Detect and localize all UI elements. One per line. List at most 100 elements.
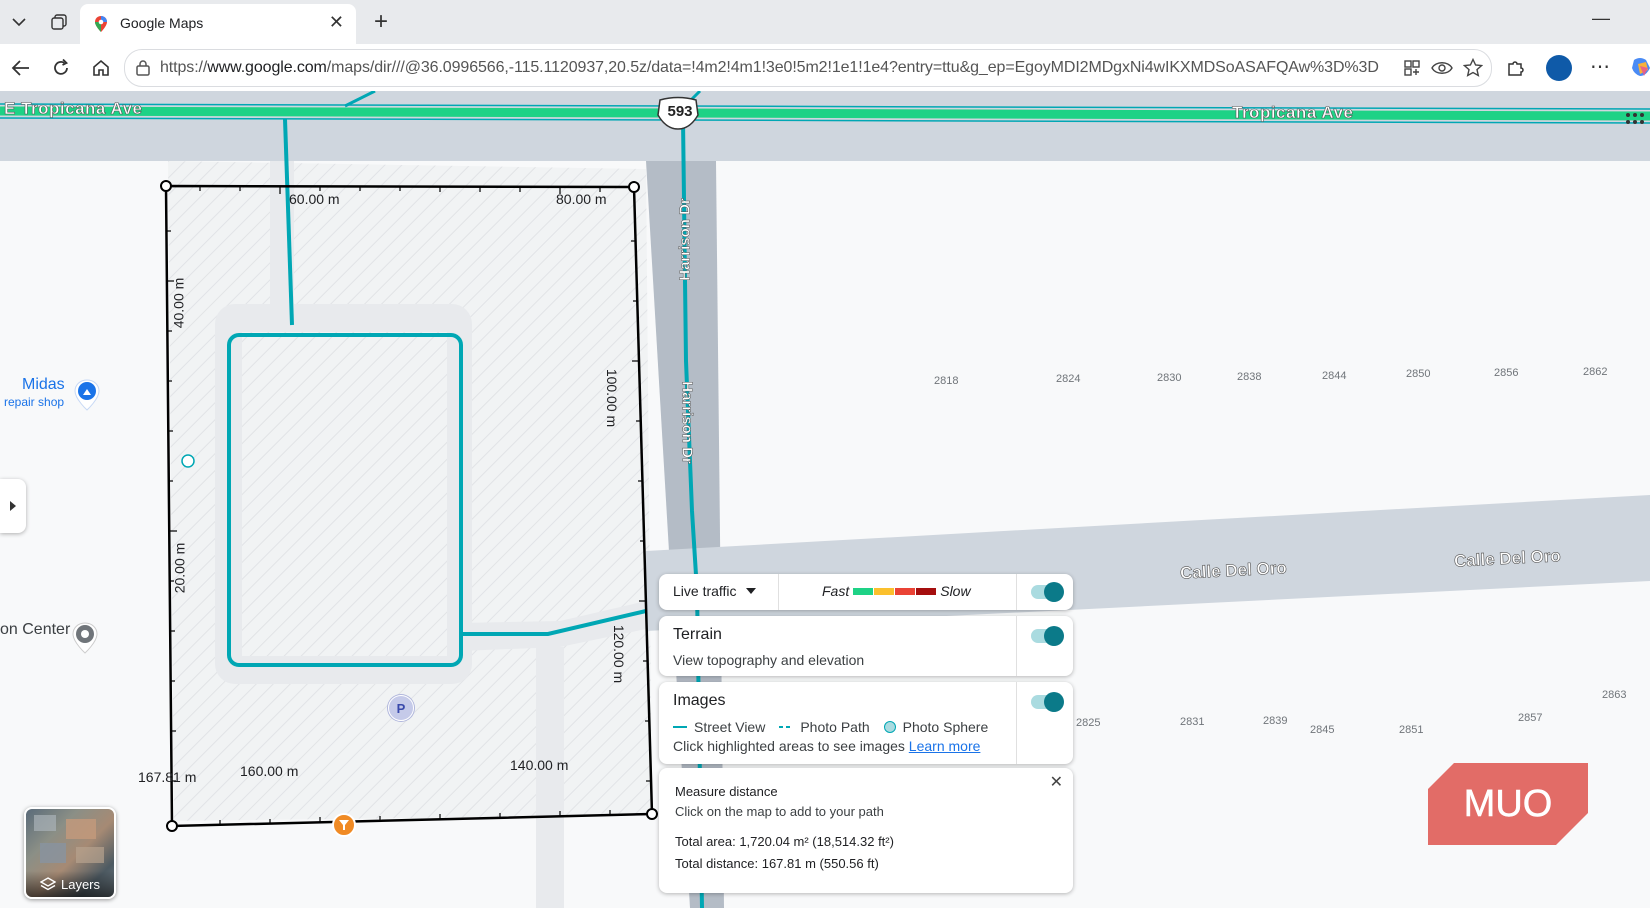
measure-total-area: Total area: 1,720.04 m² (18,514.32 ft²) — [675, 834, 894, 849]
browser-tab-bar: Google Maps ✕ + — — [0, 0, 1650, 44]
poi-midas-type: repair shop — [4, 395, 65, 409]
panel-divider — [1016, 616, 1017, 676]
app-available-icon[interactable] — [1403, 59, 1421, 77]
home-icon — [93, 59, 109, 76]
measure-label: 140.00 m — [510, 757, 569, 773]
tab-google-maps[interactable]: Google Maps ✕ — [80, 4, 356, 44]
address-number: 2856 — [1494, 367, 1519, 379]
lock-icon — [136, 60, 150, 76]
road-label-harrison-top: Harrison Dr — [676, 198, 694, 281]
url-bar[interactable]: https://www.google.com/maps/dir///@36.09… — [124, 49, 1492, 87]
drive-aisle — [536, 647, 564, 908]
images-hint: Click highlighted areas to see images Le… — [673, 738, 980, 754]
panel-divider — [1016, 682, 1017, 764]
traffic-slow-label: Slow — [940, 583, 971, 599]
live-traffic-dropdown[interactable]: Live traffic — [673, 583, 757, 599]
location-marker-icon[interactable] — [70, 621, 100, 655]
live-traffic-toggle[interactable] — [1031, 582, 1064, 602]
route-shield-number: 593 — [667, 103, 693, 120]
tab-list-button[interactable] — [4, 8, 34, 36]
caret-right-icon — [10, 501, 16, 511]
measure-label: 120.00 m — [611, 624, 628, 684]
terrain-subtitle: View topography and elevation — [673, 652, 865, 668]
measure-label: 40.00 m — [170, 277, 187, 329]
poi-center-name[interactable]: on Center — [0, 621, 70, 639]
images-panel: Images Street View Photo Path Photo Sphe… — [659, 682, 1073, 764]
layers-label: Layers — [60, 876, 101, 892]
measure-subtitle: Click on the map to add to your path — [675, 804, 884, 819]
measure-vertex[interactable] — [166, 820, 178, 832]
traffic-color-swatch — [895, 587, 916, 595]
close-measure-icon[interactable]: ✕ — [1050, 772, 1063, 792]
copilot-icon[interactable] — [1630, 56, 1650, 80]
measure-label: 100.00 m — [604, 368, 621, 428]
photo-sphere-label: Photo Sphere — [902, 719, 989, 735]
layers-button[interactable]: Layers — [24, 807, 116, 899]
measure-vertex[interactable] — [628, 181, 640, 193]
profile-avatar[interactable] — [1546, 55, 1572, 81]
address-number: 2830 — [1157, 372, 1182, 384]
measure-label: 80.00 m — [556, 191, 607, 207]
back-button[interactable] — [6, 54, 36, 82]
measure-distance-panel: Measure distance Click on the map to add… — [659, 768, 1073, 893]
tropicana-road-surface — [0, 91, 1650, 161]
images-hint-text: Click highlighted areas to see images — [673, 738, 905, 754]
expand-side-panel-button[interactable] — [0, 479, 26, 533]
traffic-color-swatch — [916, 587, 937, 595]
poi-midas-name[interactable]: Midas — [22, 376, 65, 394]
puzzle-icon — [1508, 61, 1524, 76]
traffic-color-swatch — [853, 587, 874, 595]
learn-more-link[interactable]: Learn more — [909, 738, 981, 754]
traffic-fast-label: Fast — [822, 583, 850, 599]
reload-button[interactable] — [46, 54, 76, 82]
address-number: 2851 — [1399, 724, 1424, 736]
close-tab-icon[interactable]: ✕ — [329, 12, 344, 33]
tracking-prevention-icon[interactable] — [1431, 59, 1453, 77]
layers-label-row: Layers — [26, 871, 114, 897]
terrain-toggle[interactable] — [1031, 626, 1064, 646]
address-number: 2838 — [1237, 371, 1262, 383]
minimize-window-button[interactable]: — — [1592, 8, 1610, 29]
workspaces-icon — [51, 14, 67, 30]
parking-marker[interactable]: P — [388, 695, 414, 721]
muo-watermark-logo: MUO — [1428, 763, 1588, 845]
measure-total-distance: Total distance: 167.81 m (550.56 ft) — [675, 856, 879, 871]
url-text[interactable]: https://www.google.com/maps/dir///@36.09… — [160, 59, 1400, 77]
measure-label: 60.00 m — [289, 191, 340, 207]
street-view-line-icon — [673, 726, 687, 728]
measure-vertex[interactable] — [160, 180, 172, 192]
images-toggle[interactable] — [1031, 692, 1064, 712]
traffic-color-swatch — [874, 587, 895, 595]
google-maps-favicon-icon — [95, 16, 107, 32]
address-number: 2824 — [1056, 373, 1081, 385]
favorite-star-icon[interactable] — [1463, 58, 1483, 78]
dropdown-triangle-icon — [745, 588, 756, 594]
tab-title: Google Maps — [120, 15, 204, 31]
address-number: 2850 — [1406, 368, 1431, 380]
measure-label: 160.00 m — [240, 763, 299, 779]
parking-lot-area — [242, 332, 447, 656]
measure-label: 167.81 m — [138, 769, 197, 785]
repair-shop-marker-icon[interactable] — [72, 378, 102, 412]
photo-sphere-marker[interactable] — [181, 454, 195, 468]
address-number: 2845 — [1310, 724, 1335, 736]
measure-vertex[interactable] — [646, 808, 658, 820]
extensions-button[interactable] — [1500, 54, 1530, 82]
address-number: 2818 — [934, 375, 959, 387]
map-canvas[interactable]: E Tropicana Ave Tropicana Ave 593 Harris… — [0, 91, 1650, 908]
address-number: 2863 — [1602, 689, 1627, 701]
photo-sphere-circle-icon — [883, 721, 896, 733]
workspaces-button[interactable] — [44, 8, 74, 36]
new-tab-button[interactable]: + — [366, 8, 396, 36]
live-traffic-label: Live traffic — [673, 583, 737, 599]
muo-watermark-text: MUO — [1464, 783, 1553, 825]
address-number: 2825 — [1076, 717, 1101, 729]
live-traffic-panel: Live traffic Fast Slow — [659, 574, 1073, 610]
home-button[interactable] — [86, 54, 116, 82]
more-options-icon[interactable]: ⋯ — [1590, 54, 1610, 79]
measure-endpoint-marker[interactable] — [331, 812, 357, 840]
street-view-label: Street View — [694, 719, 766, 735]
photo-path-label: Photo Path — [800, 719, 870, 735]
address-number: 2844 — [1322, 370, 1347, 382]
road-label-tropicana: Tropicana Ave — [1232, 103, 1354, 123]
